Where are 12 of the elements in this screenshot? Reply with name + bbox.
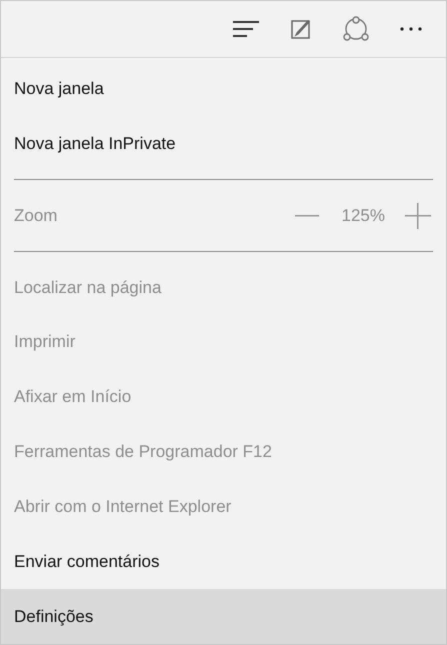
pen-icon <box>290 18 310 39</box>
share-icon <box>342 16 370 42</box>
menu-item[interactable]: Enviar comentários <box>1 534 446 590</box>
menu-icon <box>232 20 258 37</box>
minus-icon <box>294 214 319 217</box>
zoom-label: Zoom <box>14 206 58 226</box>
zoom-value: 125% <box>342 206 385 226</box>
menu-item[interactable]: Nova janela <box>1 62 446 117</box>
menu-item[interactable]: Definições <box>1 589 446 644</box>
plus-icon <box>405 202 431 229</box>
more-icon <box>400 26 422 31</box>
menu-item[interactable]: Nova janela InPrivate <box>1 116 446 172</box>
